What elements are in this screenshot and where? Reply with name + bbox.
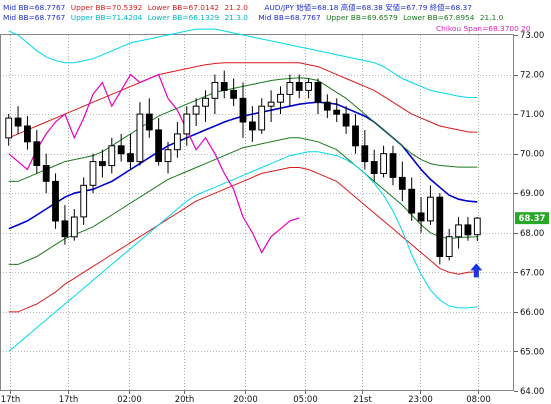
x-tick-label: 20:00 xyxy=(233,395,258,404)
candle-body xyxy=(145,113,153,131)
candle-body xyxy=(258,105,266,131)
candle-body xyxy=(361,145,369,163)
x-tick-label: 20th xyxy=(175,395,195,404)
legend-entry: Lower BB=66.1329 xyxy=(148,13,220,22)
legend-entry: 21.3.0 xyxy=(224,13,248,22)
candle-body xyxy=(14,117,22,127)
candle xyxy=(52,173,59,229)
candle-body xyxy=(174,133,181,151)
candle-body xyxy=(239,97,247,123)
candle-body xyxy=(445,236,453,257)
candle-body xyxy=(108,145,116,167)
legend-line-3: Chikou Span=68.3700 20 xyxy=(436,24,531,33)
candle-body xyxy=(455,224,463,238)
candle-body xyxy=(267,101,275,107)
candle-body xyxy=(305,82,313,91)
candle-body xyxy=(427,196,434,222)
candle-body xyxy=(323,101,331,111)
candle-body xyxy=(24,125,31,143)
legend-entry: AUD/JPY 始値=68.18 高値=68.38 安値=67.79 終値=68… xyxy=(264,3,472,12)
y-tick-label: 73.00 xyxy=(520,31,544,41)
candle-body xyxy=(417,212,425,222)
legend-entry: 21.1.0 xyxy=(480,13,504,22)
y-tick-label: 67.00 xyxy=(520,268,544,278)
y-tick-label: 69.00 xyxy=(520,189,544,199)
candle-body xyxy=(230,89,237,99)
candle-body xyxy=(408,188,416,214)
candle-body xyxy=(277,93,284,103)
candle-body xyxy=(61,220,69,238)
candle-body xyxy=(389,153,397,178)
candle-body xyxy=(164,149,172,163)
candle-body xyxy=(211,82,219,99)
y-tick-label: 64.00 xyxy=(520,387,544,397)
legend-entry: Mid BB=68.7767 xyxy=(3,13,66,22)
legend-entry: Chikou Span=68.3700 20 xyxy=(436,24,531,33)
candle-body xyxy=(436,196,444,257)
legend-entry: Lower BB=67.8954 xyxy=(403,13,475,22)
candle-body xyxy=(202,97,209,107)
candle-body xyxy=(155,129,162,162)
y-tick-label: 70.00 xyxy=(520,150,544,160)
candle-body xyxy=(249,121,256,131)
candle-body xyxy=(398,176,406,190)
x-tick-label: 17th xyxy=(59,395,79,404)
candle-body xyxy=(314,82,322,103)
candle-body xyxy=(127,153,134,163)
candle-body xyxy=(52,180,59,222)
candle-body xyxy=(42,165,50,182)
x-tick-label: 21st xyxy=(353,395,372,404)
candle-body xyxy=(117,145,125,155)
candle-body xyxy=(5,117,13,139)
legend-line-1: Mid BB=68.7767 Upper BB=70.5392 Lower BB… xyxy=(3,3,472,12)
candle-body xyxy=(473,217,481,236)
candle-body xyxy=(380,153,388,174)
legend-entry: Mid BB=68.7767 xyxy=(3,3,66,12)
candle-body xyxy=(370,161,378,175)
legend-entry: Mid BB=68.7767 xyxy=(258,13,321,22)
candle-body xyxy=(464,224,472,236)
candle-body xyxy=(333,109,341,115)
candle xyxy=(436,193,444,265)
y-tick-label: 66.00 xyxy=(520,308,544,318)
candle-body xyxy=(70,216,78,238)
y-tick-label: 65.00 xyxy=(520,347,544,357)
legend-entry: Lower BB=67.0142 xyxy=(148,3,219,12)
candle-body xyxy=(352,125,359,147)
candle-body xyxy=(286,82,294,95)
candle-body xyxy=(220,82,228,91)
last-price-label: 68.37 xyxy=(519,214,546,224)
x-tick-label: 17th xyxy=(1,395,21,404)
y-tick-label: 71.00 xyxy=(520,110,544,120)
legend-entry: Upper BB=71.4204 xyxy=(71,13,143,22)
x-tick-label: 05:00 xyxy=(293,395,318,404)
legend-entry: Upper BB=70.5392 xyxy=(71,3,143,12)
candle-body xyxy=(80,184,88,218)
y-tick-label: 72.00 xyxy=(520,71,544,81)
bollinger-candlestick-chart: Mid BB=68.7767 Upper BB=70.5392 Lower BB… xyxy=(0,0,551,404)
x-tick-label: 02:00 xyxy=(117,395,142,404)
candle-body xyxy=(342,113,350,127)
x-tick-label: 08:00 xyxy=(466,395,491,404)
y-tick-label: 68.00 xyxy=(520,229,544,239)
x-tick-label: 23:00 xyxy=(408,395,433,404)
candle-body xyxy=(295,82,303,91)
candle-body xyxy=(99,161,106,167)
candle-body xyxy=(192,105,200,115)
candle-body xyxy=(89,161,97,186)
legend-entry: Upper BB=69.6579 xyxy=(326,13,398,22)
candle-body xyxy=(183,113,191,135)
candle-body xyxy=(33,141,41,167)
legend-entry: 21.2.0 xyxy=(224,3,248,12)
candle-body xyxy=(136,113,144,163)
